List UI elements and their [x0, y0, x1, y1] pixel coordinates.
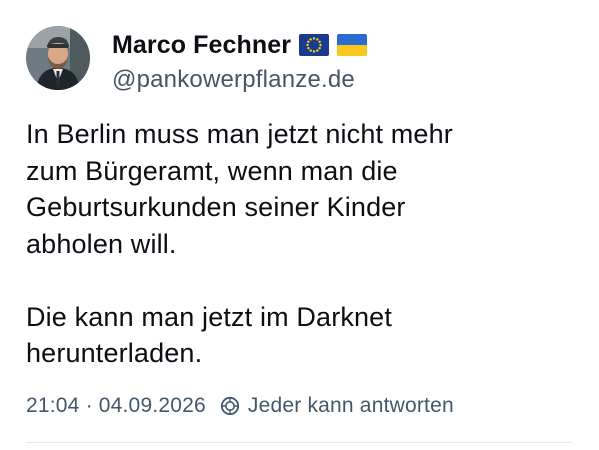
divider — [26, 442, 573, 443]
author-handle[interactable]: @pankowerpflanze.de — [112, 66, 367, 94]
display-name-row: Marco Fechner — [112, 30, 368, 60]
post-time: 21:04 — [26, 394, 80, 417]
eu-flag-icon — [299, 34, 330, 56]
post-meta: 21:04 · 04.09.2026 Jeder kann antworten — [26, 394, 454, 418]
avatar[interactable] — [26, 26, 90, 90]
reply-setting[interactable]: Jeder kann antworten — [248, 394, 454, 418]
meta-separator: · — [85, 394, 93, 417]
ukraine-flag-icon — [337, 34, 368, 56]
post-date: 04.09.2026 — [98, 394, 206, 417]
post-text: In Berlin muss man jetzt nicht mehr zum … — [26, 119, 453, 368]
display-name[interactable]: Marco Fechner — [112, 31, 291, 60]
post-header: Marco Fechner @pankowerpflanze.de — [26, 26, 368, 94]
reply-restriction-icon — [220, 396, 240, 416]
post-card: Marco Fechner @pankowerpflanze.de In Ber… — [0, 0, 599, 450]
author-names: Marco Fechner @pankowerpflanze.de — [112, 26, 368, 94]
